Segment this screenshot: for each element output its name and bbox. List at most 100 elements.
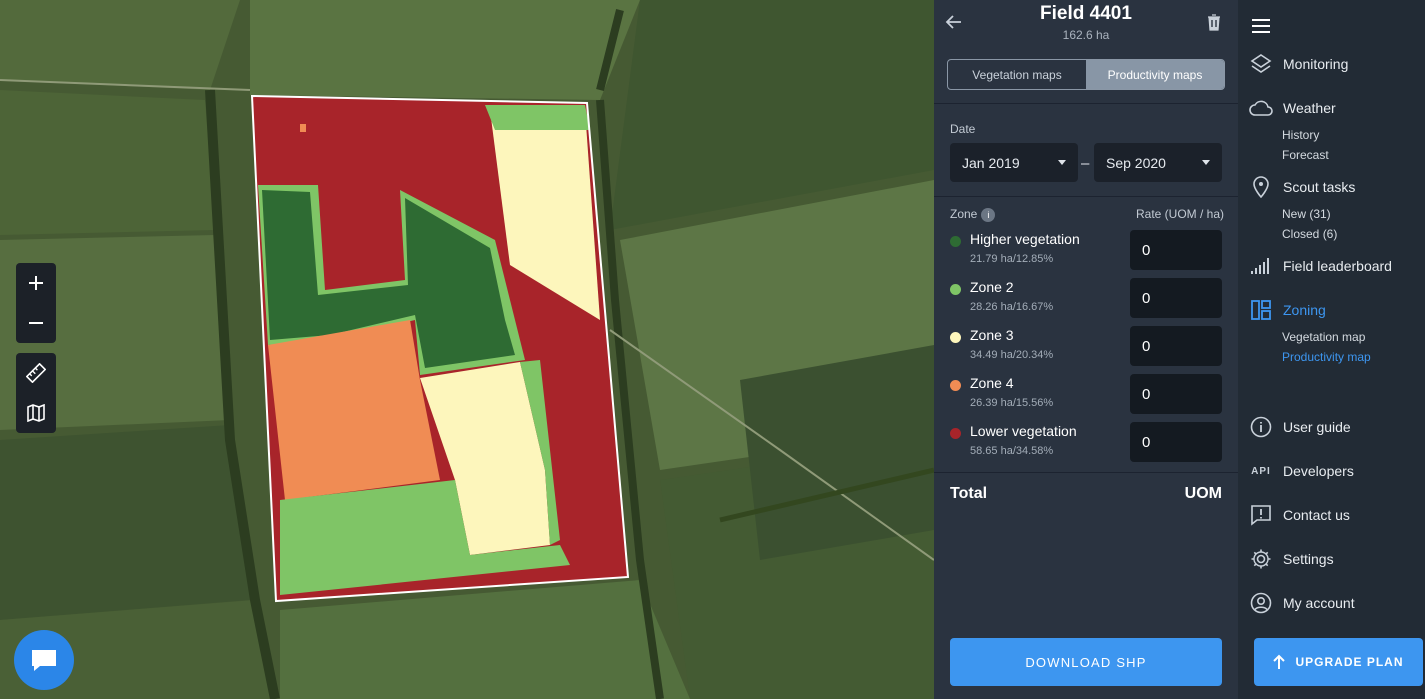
- nav-label: Developers: [1283, 463, 1354, 479]
- minus-icon: [29, 322, 43, 324]
- zone-color-dot: [950, 284, 961, 295]
- map-tools: [16, 353, 56, 433]
- nav-monitoring[interactable]: Monitoring: [1248, 52, 1348, 76]
- upgrade-label: UPGRADE PLAN: [1295, 655, 1404, 669]
- layers-icon: [1248, 52, 1274, 76]
- nav-zoning-productivity-map[interactable]: Productivity map: [1282, 350, 1371, 364]
- map-terrain: [0, 0, 934, 699]
- nav-label: Contact us: [1283, 507, 1350, 523]
- chat-button[interactable]: [14, 630, 74, 690]
- zone-name: Higher vegetation: [970, 231, 1080, 247]
- trash-icon[interactable]: [1206, 13, 1222, 31]
- nav-zoning-vegetation-map[interactable]: Vegetation map: [1282, 330, 1365, 344]
- zone-rate-input[interactable]: 0: [1130, 422, 1222, 462]
- field-panel: Field 4401 162.6 ha Vegetation maps Prod…: [934, 0, 1238, 699]
- location-pin-icon: [1248, 175, 1274, 199]
- date-to-select[interactable]: Sep 2020: [1094, 143, 1222, 182]
- zone-stat: 58.65 ha/34.58%: [970, 445, 1054, 457]
- tab-vegetation-maps[interactable]: Vegetation maps: [948, 60, 1086, 89]
- zone-row: Zone 3 34.49 ha/20.34% 0: [950, 326, 1230, 370]
- zone-rate-input[interactable]: 0: [1130, 278, 1222, 318]
- date-from-value: Jan 2019: [962, 154, 1020, 171]
- zone-stat: 28.26 ha/16.67%: [970, 301, 1054, 313]
- productivity-zones: [252, 96, 628, 601]
- nav-my-account[interactable]: My account: [1248, 591, 1355, 615]
- nav-scout-closed[interactable]: Closed (6): [1282, 227, 1337, 241]
- zone-rate-input[interactable]: 0: [1130, 230, 1222, 270]
- bar-chart-icon: [1248, 254, 1274, 278]
- map-icon: [27, 404, 45, 422]
- main-nav: Monitoring Weather History Forecast Scou…: [1238, 0, 1425, 699]
- zoom-out-button[interactable]: [16, 303, 56, 343]
- zone-row: Higher vegetation 21.79 ha/12.85% 0: [950, 230, 1230, 274]
- measure-button[interactable]: [16, 353, 56, 393]
- nav-contact-us[interactable]: Contact us: [1248, 503, 1350, 527]
- nav-label: Settings: [1283, 551, 1334, 567]
- zone-rate-input[interactable]: 0: [1130, 326, 1222, 366]
- info-icon[interactable]: i: [981, 207, 996, 222]
- cloud-icon: [1248, 96, 1274, 120]
- account-icon: [1248, 591, 1274, 615]
- divider: [934, 196, 1238, 197]
- nav-label: Scout tasks: [1283, 179, 1356, 195]
- zone-row: Zone 2 28.26 ha/16.67% 0: [950, 278, 1230, 322]
- zone-name: Zone 3: [970, 327, 1014, 343]
- plus-icon: [29, 276, 43, 290]
- zone-rate-input[interactable]: 0: [1130, 374, 1222, 414]
- date-from-select[interactable]: Jan 2019: [950, 143, 1078, 182]
- field-title: Field 4401: [1040, 3, 1132, 24]
- zone-stat: 34.49 ha/20.34%: [970, 349, 1054, 361]
- upgrade-plan-button[interactable]: UPGRADE PLAN: [1254, 638, 1423, 686]
- caret-down-icon: [1202, 160, 1210, 165]
- zone-stat: 26.39 ha/15.56%: [970, 397, 1054, 409]
- divider: [934, 103, 1238, 104]
- zone-name: Zone 4: [970, 375, 1014, 391]
- zoning-icon: [1248, 298, 1274, 322]
- zoom-in-button[interactable]: [16, 263, 56, 303]
- zoom-controls: [16, 263, 56, 343]
- download-shp-button[interactable]: DOWNLOAD SHP: [950, 638, 1222, 686]
- ruler-icon: [26, 363, 46, 383]
- nav-settings[interactable]: Settings: [1248, 547, 1334, 571]
- zone-label: Zone: [950, 207, 978, 221]
- info-circle-icon: [1248, 415, 1274, 439]
- feedback-icon: [1248, 503, 1274, 527]
- zone-name: Lower vegetation: [970, 423, 1077, 439]
- panel-header: Field 4401 162.6 ha: [934, 0, 1238, 48]
- zone-stat: 21.79 ha/12.85%: [970, 253, 1054, 265]
- menu-button[interactable]: [1248, 14, 1283, 38]
- total-unit: UOM: [1184, 485, 1222, 502]
- zone-row: Lower vegetation 58.65 ha/34.58% 0: [950, 422, 1230, 466]
- caret-down-icon: [1058, 160, 1066, 165]
- nav-scout-new[interactable]: New (31): [1282, 207, 1331, 221]
- rate-column-header: Rate (UOM / ha): [1136, 207, 1225, 221]
- satellite-map[interactable]: [0, 0, 934, 699]
- chat-icon: [32, 650, 56, 671]
- nav-user-guide[interactable]: User guide: [1248, 415, 1351, 439]
- zone-row: Zone 4 26.39 ha/15.56% 0: [950, 374, 1230, 418]
- nav-label: Field leaderboard: [1283, 258, 1392, 274]
- zone-color-dot: [950, 236, 961, 247]
- date-to-value: Sep 2020: [1106, 154, 1166, 171]
- zone-color-dot: [950, 332, 961, 343]
- zone-color-dot: [950, 380, 961, 391]
- arrow-up-icon: [1273, 654, 1286, 669]
- nav-scout-tasks[interactable]: Scout tasks: [1248, 175, 1355, 199]
- nav-weather[interactable]: Weather: [1248, 96, 1336, 120]
- nav-developers[interactable]: API Developers: [1248, 459, 1354, 483]
- zone-color-dot: [950, 428, 961, 439]
- map-layers-button[interactable]: [16, 393, 56, 433]
- gear-icon: [1248, 547, 1274, 571]
- nav-zoning[interactable]: Zoning: [1248, 298, 1326, 322]
- nav-weather-forecast[interactable]: Forecast: [1282, 148, 1329, 162]
- date-range-dash: –: [1081, 155, 1090, 172]
- nav-label: Monitoring: [1283, 56, 1349, 72]
- back-arrow-icon[interactable]: [944, 12, 964, 32]
- divider: [934, 472, 1238, 473]
- nav-field-leaderboard[interactable]: Field leaderboard: [1248, 254, 1392, 278]
- tab-productivity-maps[interactable]: Productivity maps: [1086, 60, 1224, 89]
- zone-column-header: Zone i: [950, 207, 996, 222]
- zone-name: Zone 2: [970, 279, 1014, 295]
- nav-weather-history[interactable]: History: [1282, 128, 1319, 142]
- nav-label: My account: [1283, 595, 1355, 611]
